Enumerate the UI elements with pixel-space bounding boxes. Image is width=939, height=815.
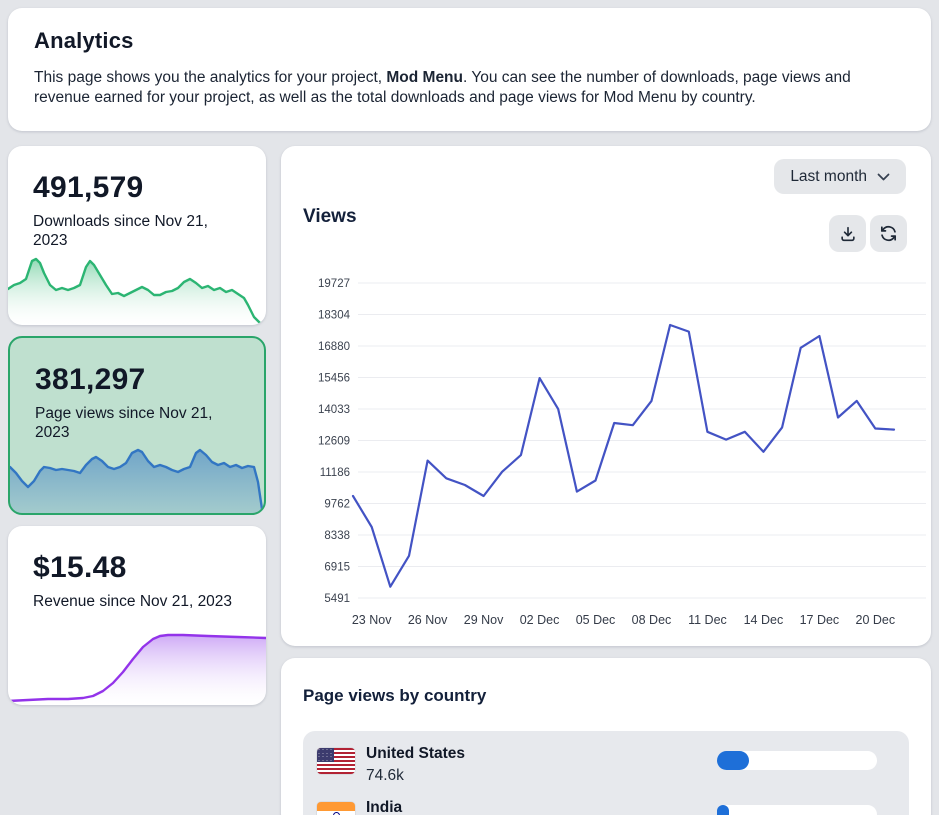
revenue-label: Revenue since Nov 21, 2023 <box>33 592 233 611</box>
pageviews-sparkline <box>10 437 264 513</box>
downloads-count: 491,579 <box>33 171 144 205</box>
svg-text:14033: 14033 <box>318 404 350 416</box>
svg-text:20 Dec: 20 Dec <box>856 613 896 627</box>
downloads-sparkline <box>8 249 266 325</box>
country-bar-track <box>717 805 877 815</box>
svg-text:5491: 5491 <box>324 593 350 605</box>
page-title: Analytics <box>34 28 905 54</box>
pageviews-count: 381,297 <box>35 363 146 397</box>
country-name: India <box>366 799 402 815</box>
svg-text:18304: 18304 <box>318 309 351 321</box>
svg-text:9762: 9762 <box>324 498 350 510</box>
svg-text:02 Dec: 02 Dec <box>520 613 560 627</box>
revenue-sparkline <box>8 629 266 705</box>
project-name: Mod Menu <box>386 69 463 86</box>
india-flag-icon <box>317 802 355 815</box>
svg-text:14 Dec: 14 Dec <box>744 613 784 627</box>
country-row-india: India <box>317 799 895 815</box>
svg-text:12609: 12609 <box>318 436 350 448</box>
country-pageviews-value: 74.6k <box>366 767 404 785</box>
svg-text:16880: 16880 <box>318 341 350 353</box>
svg-text:23 Nov: 23 Nov <box>352 613 392 627</box>
svg-text:26 Nov: 26 Nov <box>408 613 448 627</box>
stat-card-downloads[interactable]: 491,579 Downloads since Nov 21, 2023 <box>8 146 266 325</box>
views-panel: Last month Views 19727183041688015456140… <box>281 146 931 646</box>
page-description: This page shows you the analytics for yo… <box>34 68 905 107</box>
svg-text:08 Dec: 08 Dec <box>632 613 672 627</box>
country-name: United States <box>366 745 465 763</box>
svg-text:29 Nov: 29 Nov <box>464 613 504 627</box>
svg-text:19727: 19727 <box>318 278 350 290</box>
views-line-chart: 19727 18304 16880 15456 14033 12609 11186 9762 8… <box>281 146 931 646</box>
svg-text:05 Dec: 05 Dec <box>576 613 616 627</box>
stat-card-pageviews[interactable]: 381,297 Page views since Nov 21, 2023 <box>8 336 266 515</box>
country-row-united-states: United States 74.6k <box>317 745 895 795</box>
svg-text:11186: 11186 <box>320 467 350 479</box>
header-card: Analytics This page shows you the analyt… <box>8 8 931 131</box>
us-flag-icon <box>317 748 355 774</box>
country-bar-fill <box>717 751 749 770</box>
country-panel: Page views by country United States 74.6… <box>281 658 931 815</box>
svg-text:15456: 15456 <box>318 373 350 385</box>
downloads-label: Downloads since Nov 21, 2023 <box>33 212 233 250</box>
country-bar-track <box>717 751 877 770</box>
country-bar-fill <box>717 805 729 815</box>
country-list: United States 74.6k India <box>303 731 909 815</box>
svg-text:6915: 6915 <box>324 561 350 573</box>
revenue-amount: $15.48 <box>33 551 127 585</box>
stat-card-revenue[interactable]: $15.48 Revenue since Nov 21, 2023 <box>8 526 266 705</box>
svg-text:8338: 8338 <box>324 530 350 542</box>
svg-text:17 Dec: 17 Dec <box>800 613 840 627</box>
country-panel-title: Page views by country <box>303 686 486 706</box>
svg-text:11 Dec: 11 Dec <box>688 613 727 627</box>
